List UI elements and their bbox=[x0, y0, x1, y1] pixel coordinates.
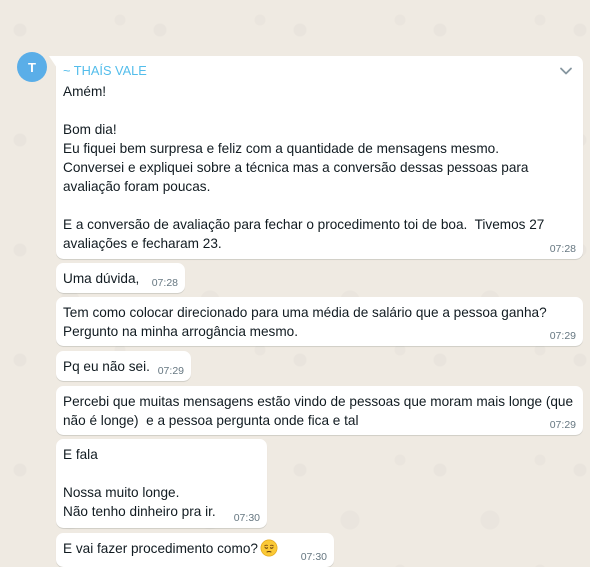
chevron-down-icon[interactable] bbox=[559, 64, 573, 78]
message-text: E vai fazer procedimento como? bbox=[63, 541, 258, 556]
message-text: Tem como colocar direcionado para uma mé… bbox=[63, 305, 547, 339]
message-bubble[interactable]: E fala Nossa muito longe. Não tenho dinh… bbox=[56, 439, 267, 528]
message-bubble[interactable]: E vai fazer procedimento como? 07:30 bbox=[56, 533, 334, 567]
message-time: 07:28 bbox=[549, 243, 576, 255]
message-time: 07:30 bbox=[300, 551, 327, 563]
message-time: 07:28 bbox=[151, 277, 178, 289]
message-text: E fala Nossa muito longe. Não tenho dinh… bbox=[63, 447, 216, 519]
message-time: 07:29 bbox=[549, 330, 576, 342]
message-text: Amém! Bom dia! Eu fiquei bem surpresa e … bbox=[63, 84, 545, 251]
pensive-face-emoji bbox=[260, 539, 278, 557]
message-bubble[interactable]: Percebi que muitas mensagens estão vindo… bbox=[56, 386, 583, 435]
bubble-tail bbox=[49, 56, 57, 68]
message-text: Percebi que muitas mensagens estão vindo… bbox=[63, 394, 577, 428]
sender-name[interactable]: ~ THAÍS VALE bbox=[63, 62, 576, 80]
message-time: 07:29 bbox=[157, 365, 184, 377]
avatar-initial: T bbox=[28, 59, 36, 75]
message-bubble[interactable]: ~ THAÍS VALE Amém! Bom dia! Eu fiquei be… bbox=[49, 56, 583, 259]
message-time: 07:30 bbox=[233, 512, 260, 524]
message-bubble[interactable]: Tem como colocar direcionado para uma mé… bbox=[56, 297, 583, 346]
message-text-row: E vai fazer procedimento como? bbox=[63, 539, 327, 558]
message-time: 07:29 bbox=[549, 419, 576, 431]
sender-avatar[interactable]: T bbox=[17, 52, 47, 82]
message-bubble[interactable]: Uma dúvida, 07:28 bbox=[56, 263, 185, 293]
message-bubble[interactable]: Pq eu não sei. 07:29 bbox=[56, 351, 191, 381]
